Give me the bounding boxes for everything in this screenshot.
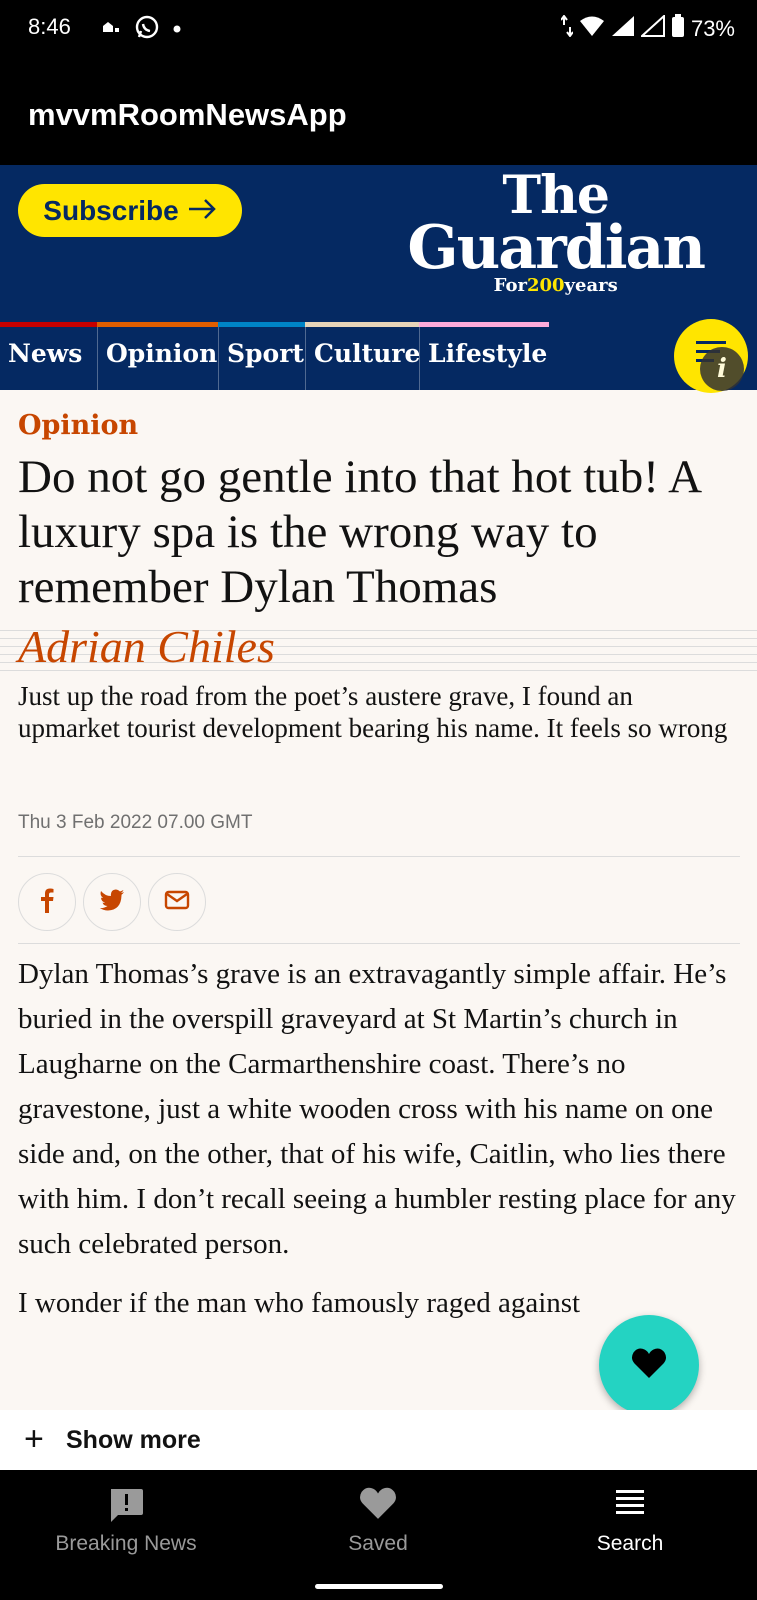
app-bar: mvvmRoomNewsApp [0, 56, 757, 165]
whatsapp-icon [134, 14, 160, 45]
nav-label: Sport [227, 339, 304, 368]
logo-tag-years: 200 [526, 275, 565, 296]
logo-line-2: Guardian [407, 213, 706, 283]
show-more-button[interactable]: + Show more [0, 1410, 757, 1470]
section-nav: News Opinion Sport Culture Lifestyle [0, 322, 757, 390]
guardian-logo[interactable]: The Guardian For200years [407, 170, 706, 296]
news-notification-icon [100, 18, 122, 41]
nav-item-opinion[interactable]: Opinion [97, 322, 218, 390]
bottom-navigation: Breaking News Saved Search [0, 1470, 757, 1600]
nav-accent-bar [218, 322, 305, 327]
heart-icon [252, 1486, 504, 1526]
nav-item-news[interactable]: News [0, 322, 97, 390]
nav-label: Lifestyle [428, 339, 548, 368]
bottom-nav-breaking-news[interactable]: Breaking News [0, 1470, 252, 1570]
nav-item-culture[interactable]: Culture [305, 322, 421, 390]
battery-percent: 73% [690, 16, 735, 41]
heart-icon [631, 1347, 667, 1384]
divider [18, 943, 740, 944]
info-icon: i [700, 347, 744, 391]
bottom-nav-label: Search [596, 1532, 664, 1555]
twitter-share-button[interactable] [83, 873, 141, 931]
facebook-share-button[interactable] [18, 873, 76, 931]
list-icon [504, 1486, 756, 1526]
nav-accent-bar [419, 322, 549, 327]
share-buttons [18, 873, 206, 931]
guardian-masthead: Subscribe The Guardian For200years [0, 165, 757, 322]
status-system-icons: 73% [560, 13, 735, 44]
status-time: 8:46 [28, 14, 71, 39]
bottom-nav-saved[interactable]: Saved [252, 1470, 504, 1570]
status-bar: 8:46 73% [0, 0, 757, 56]
subscribe-label: Subscribe [43, 194, 179, 226]
article-standfirst: Just up the road from the poet’s austere… [18, 681, 728, 743]
article-kicker[interactable]: Opinion [18, 410, 138, 441]
article-body: Dylan Thomas’s grave is an extravagantly… [18, 952, 738, 1340]
email-icon [164, 890, 190, 915]
divider [18, 856, 740, 857]
article-webview[interactable]: Subscribe The Guardian For200years News … [0, 165, 757, 1470]
data-arrows-icon [560, 14, 574, 43]
plus-icon: + [24, 1420, 44, 1458]
nav-accent-bar [0, 322, 97, 327]
subscribe-button[interactable]: Subscribe [18, 184, 242, 237]
article-paragraph: Dylan Thomas’s grave is an extravagantly… [18, 958, 736, 1260]
wifi-icon [579, 15, 605, 43]
article-date: Thu 3 Feb 2022 07.00 GMT [18, 812, 253, 833]
nav-accent-bar [97, 322, 218, 327]
save-fab-button[interactable] [599, 1315, 699, 1415]
nav-item-lifestyle[interactable]: Lifestyle [419, 322, 549, 390]
menu-button[interactable]: i [674, 319, 748, 393]
twitter-icon [99, 889, 125, 916]
nav-accent-bar [305, 322, 419, 327]
facebook-icon [39, 887, 55, 918]
logo-tag-prefix: For [493, 275, 527, 296]
battery-icon [671, 14, 685, 44]
article-headline: Do not go gentle into that hot tub! A lu… [18, 451, 700, 613]
dot-icon [172, 21, 182, 39]
bottom-nav-label: Saved [348, 1532, 408, 1555]
show-more-label: Show more [66, 1426, 201, 1454]
bottom-nav-search[interactable]: Search [504, 1470, 756, 1570]
bottom-nav-label: Breaking News [55, 1532, 197, 1555]
article-byline[interactable]: Adrian Chiles [18, 621, 275, 673]
nav-item-sport[interactable]: Sport [218, 322, 305, 390]
feedback-icon [0, 1486, 252, 1526]
nav-label: Opinion [106, 339, 218, 368]
app-title: mvvmRoomNewsApp [28, 97, 347, 132]
gesture-handle[interactable] [315, 1584, 443, 1589]
signal-2-icon [639, 13, 665, 43]
signal-icon [611, 15, 635, 43]
arrow-right-icon [187, 195, 217, 227]
nav-label: News [8, 339, 83, 368]
nav-label: Culture [314, 339, 421, 368]
logo-tag-suffix: years [564, 275, 618, 296]
email-share-button[interactable] [148, 873, 206, 931]
status-notification-icons [100, 14, 182, 45]
